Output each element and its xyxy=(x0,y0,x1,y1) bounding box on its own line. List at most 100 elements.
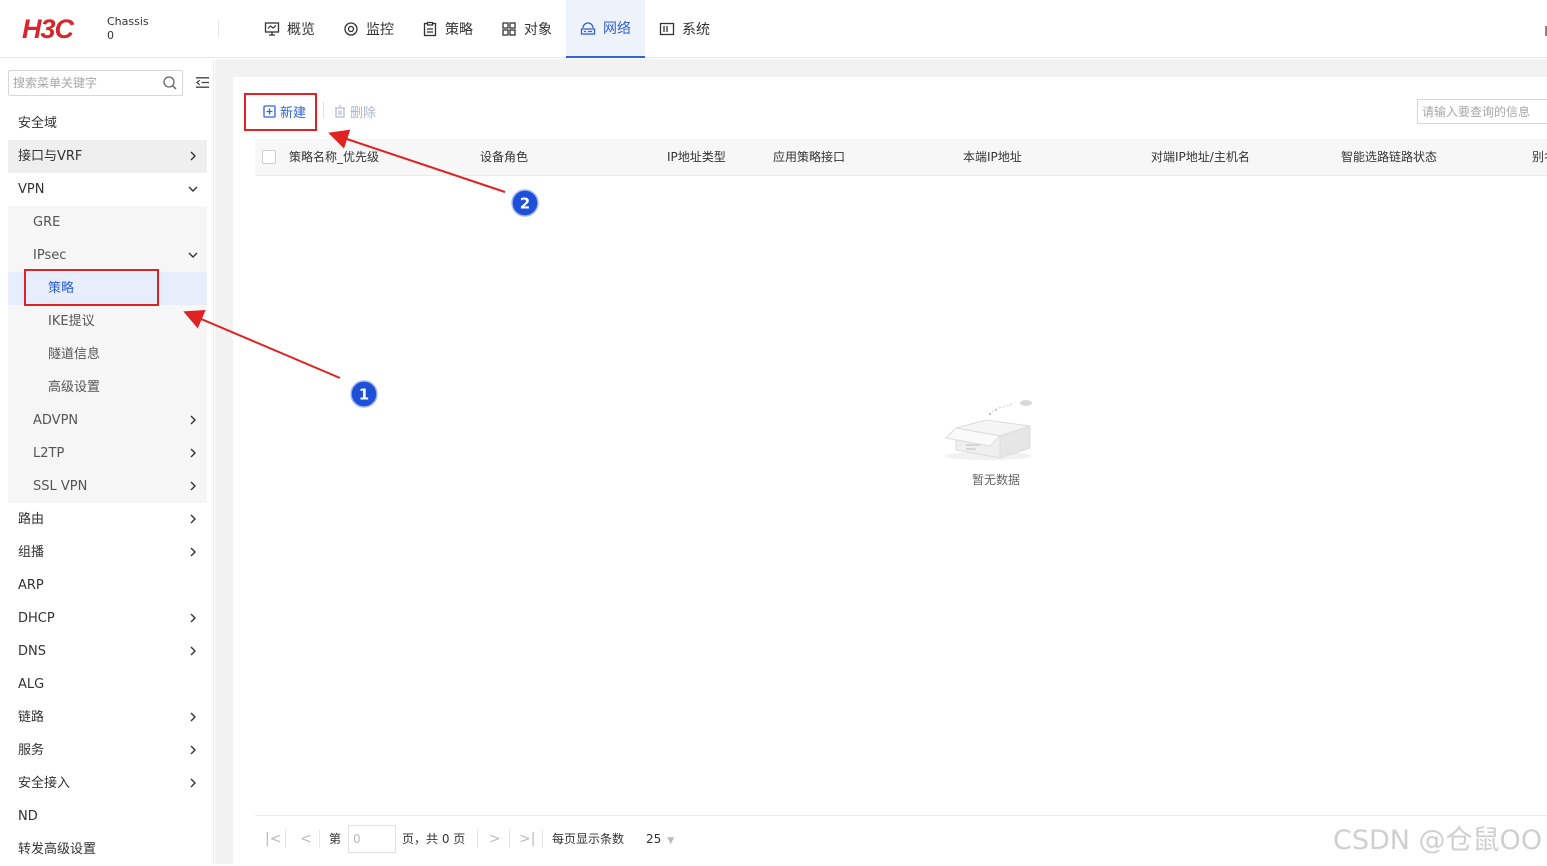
csdn-watermark: CSDN @仓鼠OO xyxy=(1333,825,1543,856)
pager-separator xyxy=(319,830,320,848)
menu-item-advanced-settings[interactable]: 高级设置 xyxy=(8,371,207,404)
menu-item-security-zone[interactable]: 安全域 xyxy=(8,107,207,140)
menu-item-nd[interactable]: ND xyxy=(8,800,207,833)
chevron-right-icon xyxy=(190,778,196,788)
pager-separator xyxy=(542,830,543,848)
menu-item-ike-proposal[interactable]: IKE提议 xyxy=(8,305,207,338)
menu-item-label: IPsec xyxy=(33,248,67,263)
first-page-button[interactable]: |< xyxy=(265,825,281,853)
search-icon[interactable] xyxy=(162,75,178,91)
column-ip-type[interactable]: IP地址类型 xyxy=(667,139,726,176)
empty-box-icon xyxy=(944,400,1032,460)
chevron-right-icon xyxy=(190,745,196,755)
menu-item-secure-access[interactable]: 安全接入 xyxy=(8,767,207,800)
nav-overview[interactable]: 概览 xyxy=(250,0,329,58)
per-page-select[interactable]: 25 ▼ xyxy=(646,825,674,853)
menu-item-label: 组播 xyxy=(18,545,45,560)
menu-item-label: 安全域 xyxy=(18,116,58,131)
menu-item-label: 隧道信息 xyxy=(48,347,101,362)
menu-item-dhcp[interactable]: DHCP xyxy=(8,602,207,635)
page-number-input[interactable] xyxy=(348,825,396,853)
highlight-box-policy-menu xyxy=(24,269,159,306)
chevron-right-icon xyxy=(190,415,196,425)
page-prefix-label: 第 xyxy=(329,832,342,846)
policy-panel xyxy=(233,77,1547,864)
pager-separator xyxy=(477,830,478,848)
per-page-label: 每页显示条数 xyxy=(552,832,625,846)
menu-item-dns[interactable]: DNS xyxy=(8,635,207,668)
nav-monitor[interactable]: 监控 xyxy=(329,0,408,58)
menu-item-gre[interactable]: GRE xyxy=(8,206,207,239)
nav-network-label: 网络 xyxy=(603,21,631,37)
monitor-icon xyxy=(264,22,280,36)
pager-separator xyxy=(509,830,510,848)
menu-item-advpn[interactable]: ADVPN xyxy=(8,404,207,437)
last-page-button[interactable]: >| xyxy=(519,825,535,853)
prev-page-button[interactable]: < xyxy=(300,825,312,853)
menu-item-label: GRE xyxy=(33,215,61,230)
menu-item-label: L2TP xyxy=(33,446,65,461)
nav-overview-label: 概览 xyxy=(287,22,315,38)
menu-item-label: 接口与VRF xyxy=(18,149,83,164)
grid-icon xyxy=(502,22,516,36)
nav-monitor-label: 监控 xyxy=(366,22,394,38)
query-input[interactable] xyxy=(1417,99,1547,124)
column-local-ip[interactable]: 本端IP地址 xyxy=(963,139,1022,176)
network-icon xyxy=(580,22,596,35)
menu-search-input[interactable] xyxy=(9,71,159,95)
menu-item-label: ARP xyxy=(18,578,44,593)
chevron-right-icon xyxy=(190,712,196,722)
main-nav: 概览 监控 策略 对象 网络 系统 xyxy=(250,0,724,58)
column-link-status[interactable]: 智能选路链路状态 xyxy=(1341,139,1437,176)
empty-state-text: 暂无数据 xyxy=(971,473,1020,487)
chevron-right-icon xyxy=(190,481,196,491)
nav-object[interactable]: 对象 xyxy=(487,0,566,58)
column-device-role[interactable]: 设备角色 xyxy=(480,139,528,176)
nav-policy[interactable]: 策略 xyxy=(408,0,487,58)
sidebar: 安全域 接口与VRF VPN GRE IPsec 策略 IKE提议 隧道信息 高… xyxy=(0,59,214,864)
system-icon xyxy=(659,22,675,36)
nav-system[interactable]: 系统 xyxy=(645,0,724,58)
menu-item-routing[interactable]: 路由 xyxy=(8,503,207,536)
step-badge-2: 2 xyxy=(510,188,540,218)
column-policy-name[interactable]: 策略名称_优先级 xyxy=(289,139,379,176)
column-alias[interactable]: 别名 xyxy=(1532,139,1547,176)
menu-item-multicast[interactable]: 组播 xyxy=(8,536,207,569)
menu-item-tunnel-info[interactable]: 隧道信息 xyxy=(8,338,207,371)
step-badge-2-number: 2 xyxy=(520,195,530,213)
menu-item-alg[interactable]: ALG xyxy=(8,668,207,701)
next-page-button[interactable]: > xyxy=(489,825,501,853)
chassis-number: 0 xyxy=(107,29,114,42)
pager-separator xyxy=(285,830,286,848)
chevron-down-icon xyxy=(188,186,198,192)
nav-network[interactable]: 网络 xyxy=(566,0,645,58)
dropdown-caret-icon: ▼ xyxy=(667,836,675,846)
side-menu: 安全域 接口与VRF VPN GRE IPsec 策略 IKE提议 隧道信息 高… xyxy=(8,107,207,866)
column-apply-interface[interactable]: 应用策略接口 xyxy=(773,139,845,176)
menu-item-ipsec[interactable]: IPsec xyxy=(8,239,207,272)
nav-system-label: 系统 xyxy=(682,22,710,38)
page-total-label: 页，共 0 页 xyxy=(402,832,466,846)
column-remote-ip-host[interactable]: 对端IP地址/主机名 xyxy=(1151,139,1250,176)
menu-item-vpn[interactable]: VPN xyxy=(8,173,207,206)
delete-button[interactable]: 删除 xyxy=(334,101,376,121)
toolbar-divider xyxy=(323,102,324,118)
menu-item-arp[interactable]: ARP xyxy=(8,569,207,602)
menu-item-service[interactable]: 服务 xyxy=(8,734,207,767)
menu-item-interface-vrf[interactable]: 接口与VRF xyxy=(8,140,207,173)
menu-item-ssl-vpn[interactable]: SSL VPN xyxy=(8,470,207,503)
menu-item-label: SSL VPN xyxy=(33,479,88,494)
step-badge-1: 1 xyxy=(349,379,379,409)
select-all-checkbox[interactable] xyxy=(262,150,276,164)
collapse-menu-icon[interactable] xyxy=(195,75,210,90)
top-bar: H3C Chassis 0 概览 监控 策略 对象 网络 系统 xyxy=(0,0,1547,58)
menu-item-forwarding-advanced[interactable]: 转发高级设置 xyxy=(8,833,207,866)
highlight-box-new-button xyxy=(244,93,317,131)
chevron-down-icon xyxy=(188,252,198,258)
chassis-title: Chassis xyxy=(107,15,149,28)
menu-item-label: ADVPN xyxy=(33,413,79,428)
per-page-value: 25 xyxy=(646,832,662,846)
menu-item-l2tp[interactable]: L2TP xyxy=(8,437,207,470)
chassis-label: Chassis 0 xyxy=(107,15,149,43)
menu-item-link[interactable]: 链路 xyxy=(8,701,207,734)
